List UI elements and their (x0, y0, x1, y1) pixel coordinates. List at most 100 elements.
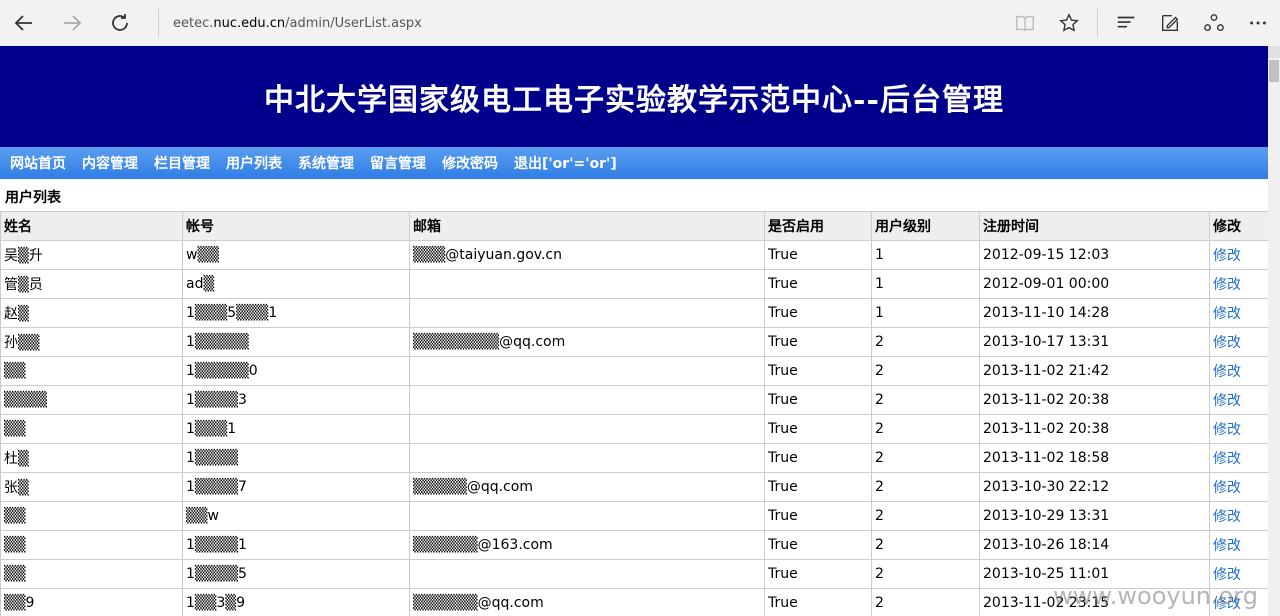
edit-link[interactable]: 修改 (1213, 567, 1241, 583)
cell-name: ▒▒ (4, 363, 26, 379)
edit-link[interactable]: 修改 (1213, 277, 1241, 293)
table-row: ▒▒ ▒▒w True 2 2013-10-29 13:31 修改 (0, 501, 1268, 531)
cell-enabled: True (768, 508, 798, 524)
table-row: 吴▒升 w▒▒ ▒▒▒@taiyuan.gov.cn True 1 2012-09-15 … (0, 240, 1268, 270)
cell-name-cell: ▒▒ (0, 559, 183, 589)
back-button[interactable] (0, 0, 48, 46)
cell-enabled: True (768, 479, 798, 495)
address-bar[interactable]: eetec.nuc.edu.cn/admin/UserList.aspx (173, 16, 1003, 31)
edit-link[interactable]: 修改 (1213, 451, 1241, 467)
cell-name: 张▒ (4, 480, 29, 496)
menu-columns[interactable]: 栏目管理 (154, 153, 210, 173)
cell-enabled: True (768, 537, 798, 553)
menu-logout[interactable]: 退出['or'='or'] (514, 153, 617, 173)
edit-link[interactable]: 修改 (1213, 248, 1241, 264)
cell-enabled: True (768, 566, 798, 582)
cell-account-cell: 1▒▒▒▒▒0 (182, 356, 410, 386)
cell-register-time: 2013-10-29 13:31 (983, 508, 1110, 524)
cell-email-cell (409, 443, 765, 473)
menu-messages[interactable]: 留言管理 (370, 153, 426, 173)
cell-level: 2 (875, 392, 884, 408)
hub-button[interactable] (1104, 0, 1148, 46)
edit-link[interactable]: 修改 (1213, 364, 1241, 380)
url-path: /admin/UserList.aspx (285, 15, 422, 31)
cell-name: 杜▒ (4, 451, 29, 467)
edit-link[interactable]: 修改 (1213, 306, 1241, 322)
cell-enabled-cell: True (764, 501, 872, 531)
menu-change-password[interactable]: 修改密码 (442, 153, 498, 173)
admin-menu: 网站首页 内容管理 栏目管理 用户列表 系统管理 留言管理 修改密码 退出['o… (0, 147, 1268, 179)
table-row: ▒▒ 1▒▒▒▒▒0 True 2 2013-11-02 21:42 修改 (0, 356, 1268, 386)
table-row: ▒▒▒▒ 1▒▒▒▒3 True 2 2013-11-02 20:38 修改 (0, 385, 1268, 415)
cell-name: 吴▒升 (4, 248, 43, 264)
cell-register-time-cell: 2012-09-01 00:00 (979, 269, 1210, 299)
cell-name: 管▒员 (4, 277, 43, 293)
cell-level: 2 (875, 334, 884, 350)
cell-email-cell: ▒▒▒@taiyuan.gov.cn (409, 240, 765, 270)
cell-register-time-cell: 2013-10-30 22:12 (979, 472, 1210, 502)
browser-toolbar: eetec.nuc.edu.cn/admin/UserList.aspx (0, 0, 1280, 47)
cell-level-cell: 2 (871, 443, 980, 473)
refresh-button[interactable] (96, 0, 144, 46)
header-name: 姓名 (0, 211, 183, 241)
cell-name-cell: ▒▒ (0, 501, 183, 531)
cell-register-time: 2013-11-02 18:58 (983, 450, 1110, 466)
cell-email-cell: ▒▒▒▒▒▒@163.com (409, 530, 765, 560)
cell-account: 1▒▒▒▒5 (186, 566, 247, 582)
edit-link[interactable]: 修改 (1213, 538, 1241, 554)
url-host: nuc.edu.cn (213, 15, 286, 31)
edit-link[interactable]: 修改 (1213, 393, 1241, 409)
cell-email-cell (409, 559, 765, 589)
cell-enabled: True (768, 247, 798, 263)
edit-link[interactable]: 修改 (1213, 509, 1241, 525)
edit-link[interactable]: 修改 (1213, 335, 1241, 351)
scroll-thumb[interactable] (1269, 60, 1279, 82)
address-separator (158, 9, 159, 37)
cell-name-cell: 张▒ (0, 472, 183, 502)
cell-level: 2 (875, 479, 884, 495)
menu-system[interactable]: 系统管理 (298, 153, 354, 173)
cell-level-cell: 2 (871, 327, 980, 357)
cell-enabled: True (768, 363, 798, 379)
edit-link-cell: 修改 (1209, 356, 1268, 386)
cell-level: 1 (875, 305, 884, 321)
menu-home[interactable]: 网站首页 (10, 153, 66, 173)
cell-name: ▒▒ (4, 508, 26, 524)
cell-account-cell: w▒▒ (182, 240, 410, 270)
banner-title: 中北大学国家级电工电子实验教学示范中心--后台管理 (264, 82, 1004, 118)
cell-name-cell: ▒▒▒▒ (0, 385, 183, 415)
cell-account-cell: 1▒▒3▒9 (182, 588, 410, 616)
cell-account: 1▒▒▒▒3 (186, 392, 247, 408)
cell-account: 1▒▒▒▒▒ (186, 334, 249, 350)
menu-content[interactable]: 内容管理 (82, 153, 138, 173)
forward-arrow-icon (64, 15, 82, 31)
cell-account-cell: 1▒▒▒▒▒ (182, 327, 410, 357)
cell-account: 1▒▒▒▒ (186, 450, 238, 466)
cell-account: 1▒▒3▒9 (186, 595, 246, 611)
cell-name: ▒▒9 (4, 595, 35, 611)
cell-enabled-cell: True (764, 472, 872, 502)
reading-view-button[interactable] (1003, 0, 1047, 46)
cell-enabled: True (768, 334, 798, 350)
vertical-scrollbar[interactable] (1268, 46, 1280, 616)
share-button[interactable] (1192, 0, 1236, 46)
web-note-button[interactable] (1148, 0, 1192, 46)
cell-register-time: 2012-09-15 12:03 (983, 247, 1110, 263)
more-button[interactable] (1236, 0, 1280, 46)
cell-level: 2 (875, 508, 884, 524)
edit-link[interactable]: 修改 (1213, 422, 1241, 438)
favorite-button[interactable] (1047, 0, 1091, 46)
scroll-up-arrow[interactable] (1268, 46, 1280, 58)
cell-register-time: 2013-10-25 11:01 (983, 566, 1110, 582)
cell-name-cell: ▒▒ (0, 356, 183, 386)
cell-register-time-cell: 2013-11-02 21:42 (979, 356, 1210, 386)
menu-user-list[interactable]: 用户列表 (226, 153, 282, 173)
cell-level-cell: 2 (871, 588, 980, 616)
cell-level-cell: 2 (871, 356, 980, 386)
cell-enabled: True (768, 276, 798, 292)
forward-button[interactable] (48, 0, 96, 46)
more-dots-icon (1250, 21, 1266, 25)
cell-enabled: True (768, 392, 798, 408)
edit-link[interactable]: 修改 (1213, 480, 1241, 496)
cell-level-cell: 1 (871, 298, 980, 328)
